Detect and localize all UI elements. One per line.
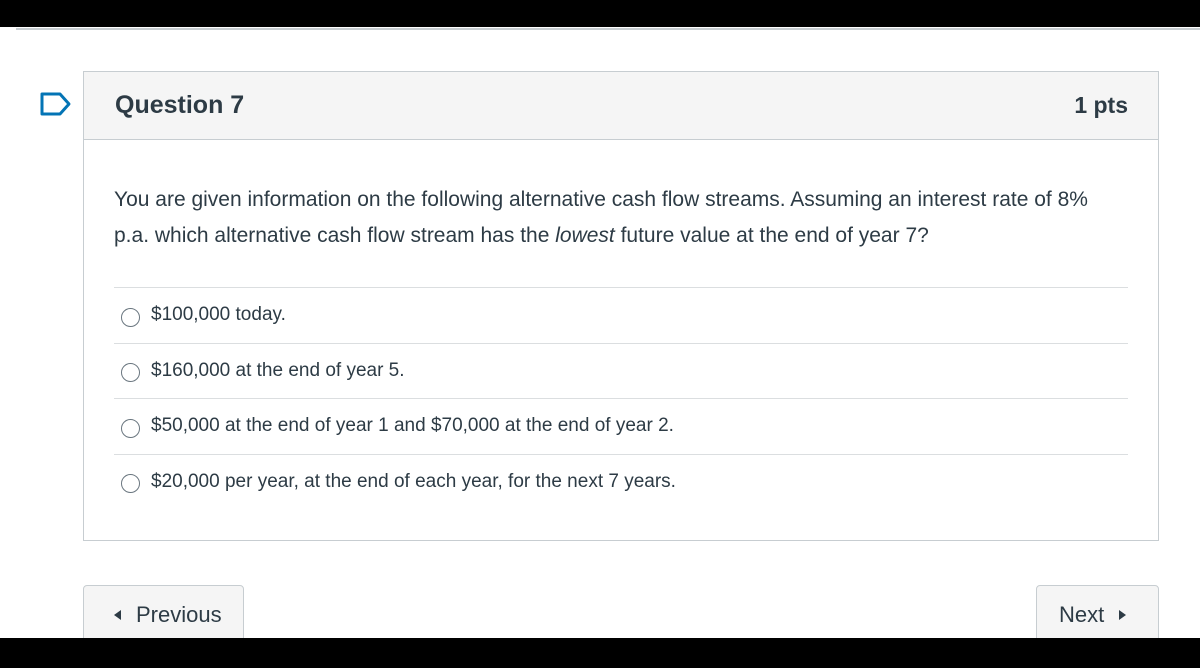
question-text: You are given information on the followi… (114, 182, 1128, 254)
answer-label: $50,000 at the end of year 1 and $70,000… (151, 415, 674, 437)
radio-button[interactable] (121, 418, 140, 438)
question-text-emphasis: lowest (555, 224, 615, 247)
radio-button[interactable] (121, 363, 140, 383)
question-card: Question 7 1 pts You are given informati… (83, 71, 1159, 541)
triangle-left-icon (114, 610, 121, 620)
question-title: Question 7 (115, 91, 245, 119)
answer-list: $100,000 today. $160,000 at the end of y… (114, 287, 1128, 509)
previous-label: Previous (136, 602, 222, 627)
answer-option[interactable]: $50,000 at the end of year 1 and $70,000… (114, 398, 1128, 454)
question-points: 1 pts (1074, 92, 1128, 118)
answer-label: $20,000 per year, at the end of each yea… (151, 470, 676, 492)
flag-question-icon[interactable] (40, 92, 72, 116)
radio-button[interactable] (121, 307, 140, 327)
answer-option[interactable]: $20,000 per year, at the end of each yea… (114, 453, 1128, 510)
previous-button[interactable]: Previous (83, 585, 244, 645)
answer-label: $160,000 at the end of year 5. (151, 359, 405, 381)
answer-label: $100,000 today. (151, 304, 286, 326)
answer-option[interactable]: $160,000 at the end of year 5. (114, 342, 1128, 399)
question-header: Question 7 1 pts (84, 72, 1158, 140)
next-button[interactable]: Next (1036, 585, 1159, 645)
top-divider (16, 28, 1200, 30)
radio-button[interactable] (121, 474, 140, 494)
top-bar (0, 0, 1200, 27)
answer-option[interactable]: $100,000 today. (114, 287, 1128, 343)
next-label: Next (1059, 602, 1105, 627)
bottom-bar (0, 638, 1200, 668)
question-text-after: future value at the end of year 7? (614, 224, 929, 247)
triangle-right-icon (1119, 610, 1127, 620)
question-body: You are given information on the followi… (84, 140, 1158, 509)
